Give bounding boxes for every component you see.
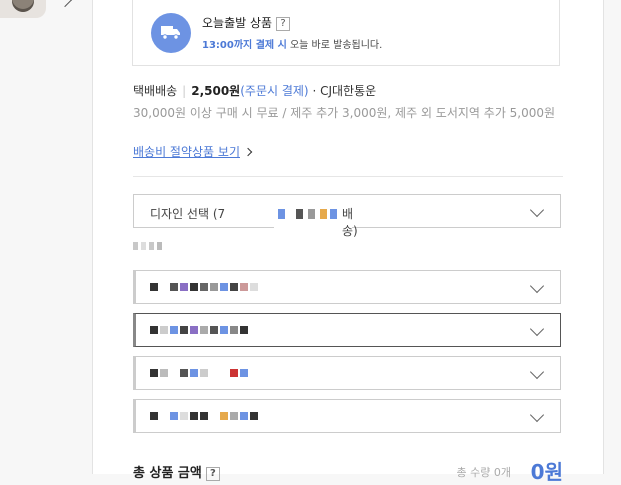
today-shipping-box: 오늘출발 상품? 13:00까지 결제 시 오늘 바로 발송됩니다. [132,0,560,66]
separator: | [182,84,187,98]
total-price: 0원 [530,460,563,484]
shipping-fee-note: (주문시 결제) [240,84,309,98]
redacted-option [136,314,331,346]
shipping-fee: 2,500원 [191,84,241,98]
redacted-option [136,400,331,432]
option-select-2[interactable] [133,313,561,347]
shipping-method: 택배배송 [133,84,178,98]
design-select-suffix: 배송) [342,207,358,238]
today-shipping-description: 13:00까지 결제 시 오늘 바로 발송됩니다. [202,36,382,51]
redaction-pixel [330,209,337,219]
redacted-option [136,271,331,303]
shipping-info: 택배배송 | 2,500원(주문시 결제) · CJ대한통운 [133,82,376,99]
chevron-right-icon[interactable] [57,0,73,8]
option-select-1[interactable] [133,270,561,304]
redaction-pixel [308,209,315,219]
option-group-label-redacted [133,242,162,252]
chevron-down-icon [529,364,545,380]
today-shipping-title-text: 오늘출발 상품 [202,16,273,30]
order-panel: 오늘출발 상품? 13:00까지 결제 시 오늘 바로 발송됩니다. 택배배송 |… [92,0,604,484]
help-icon[interactable]: ? [205,467,220,481]
option-select-3[interactable] [133,356,561,390]
design-select[interactable]: 디자인 선택 (7 배송) [133,194,561,238]
product-thumbnail[interactable] [0,0,46,18]
today-shipping-title: 오늘출발 상품? [202,14,291,31]
chevron-down-icon [529,407,545,423]
deadline-suffix: 오늘 바로 발송됩니다. [286,40,383,51]
redacted-text: 배송) [274,203,358,238]
shipping-saving-link[interactable]: 배송비 절약상품 보기 [133,143,253,160]
shipping-carrier: · CJ대한통운 [312,84,377,98]
help-icon[interactable]: ? [276,17,291,31]
design-select-label: 디자인 선택 (7 [150,205,225,222]
total-label: 총 상품 금액? [133,462,220,481]
truck-icon [151,13,191,53]
chevron-down-icon [529,321,545,337]
deadline-text: 13:00까지 결제 시 [202,40,287,51]
redaction-pixel [320,209,327,219]
chevron-down-icon [529,202,545,218]
total-row: 총 상품 금액? 총 수량 0개 0원 [133,456,563,484]
option-select-4[interactable] [133,399,561,433]
chevron-right-icon [243,147,253,157]
redaction-pixel [278,209,285,219]
chevron-down-icon [529,278,545,294]
total-quantity: 총 수량 0개 [456,466,511,479]
design-select-text: 디자인 선택 (7 [150,207,226,221]
shipping-saving-link-label: 배송비 절약상품 보기 [133,145,240,159]
shipping-note: 30,000원 이상 구매 시 무료 / 제주 추가 3,000원, 제주 외 … [133,106,556,120]
divider [133,176,563,177]
redacted-option [136,357,331,389]
redaction-pixel [296,209,303,219]
